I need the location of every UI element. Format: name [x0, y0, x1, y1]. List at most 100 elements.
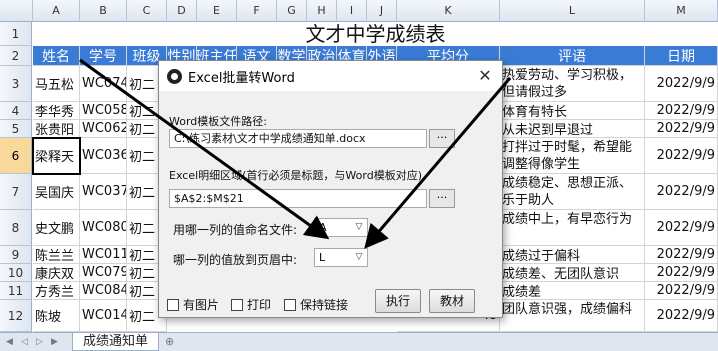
- sheet-title[interactable]: 文才中学成绩表: [33, 22, 718, 46]
- date-cell[interactable]: 2022/9/9: [645, 138, 718, 174]
- col-header-f[interactable]: F: [237, 0, 277, 22]
- row-header-5[interactable]: 5: [0, 120, 32, 138]
- close-icon[interactable]: ✕: [474, 65, 496, 87]
- row-header-2[interactable]: 2: [0, 46, 32, 66]
- col-header-m[interactable]: M: [645, 0, 718, 22]
- chevron-down-icon: ▽: [355, 252, 363, 262]
- id-cell[interactable]: WC074: [80, 66, 127, 102]
- id-cell[interactable]: WC062: [80, 120, 127, 138]
- col-header-j[interactable]: J: [367, 0, 397, 22]
- row-header-11[interactable]: 11: [0, 282, 32, 300]
- checkbox-box[interactable]: [167, 298, 179, 311]
- col-header-a[interactable]: A: [33, 0, 80, 22]
- comment-cell[interactable]: 体育有特长: [500, 102, 645, 120]
- name-cell[interactable]: 陈兰兰: [33, 246, 80, 264]
- row-header-4[interactable]: 4: [0, 102, 32, 120]
- sheet-tab-bar: ◀ ◁ ▷ ▶ 成绩通知单 ⊕: [0, 332, 718, 351]
- has-picture-checkbox[interactable]: 有图片: [167, 296, 219, 313]
- row-header-9[interactable]: 9: [0, 246, 32, 264]
- word-path-input[interactable]: C:\练习素材\文才中学成绩通知单.docx: [169, 129, 427, 148]
- comment-cell[interactable]: 团队意识强，成绩偏科: [500, 300, 645, 332]
- comment-cell[interactable]: 成绩稳定、思想正派、乐于助人: [500, 174, 645, 210]
- id-cell[interactable]: WC014: [80, 300, 127, 332]
- checkbox-box[interactable]: [231, 298, 243, 311]
- date-cell[interactable]: 2022/9/9: [645, 120, 718, 138]
- row-header-8[interactable]: 8: [0, 210, 32, 246]
- col-header-c[interactable]: C: [127, 0, 167, 22]
- date-cell[interactable]: 2022/9/9: [645, 300, 718, 332]
- new-sheet-icon[interactable]: ⊕: [165, 335, 181, 349]
- col-header-h[interactable]: H: [307, 0, 337, 22]
- dialog-title: Excel批量转Word: [188, 70, 295, 86]
- name-cell[interactable]: 陈坡: [33, 300, 80, 332]
- col-header-b[interactable]: B: [80, 0, 127, 22]
- col-header-g[interactable]: G: [277, 0, 307, 22]
- last-sheet-icon[interactable]: ▶: [49, 337, 60, 348]
- name-cell[interactable]: 李华秀: [33, 102, 80, 120]
- id-cell[interactable]: WC037: [80, 174, 127, 210]
- date-cell[interactable]: 2022/9/9: [645, 210, 718, 246]
- row-header-6[interactable]: 6: [0, 138, 32, 174]
- prev-sheet-icon[interactable]: ◁: [19, 337, 30, 348]
- comment-cell[interactable]: 成绩差、无团队意识: [500, 264, 645, 282]
- filename-col-select[interactable]: A ▽: [314, 218, 368, 237]
- print-checkbox[interactable]: 打印: [231, 296, 271, 313]
- comment-cell[interactable]: 成绩中上，有早恋行为: [500, 210, 645, 246]
- name-cell[interactable]: 康庆双: [33, 264, 80, 282]
- name-cell[interactable]: 史文鹏: [33, 210, 80, 246]
- row-header-12[interactable]: 12: [0, 300, 32, 332]
- name-cell[interactable]: 梁释天: [32, 137, 81, 175]
- name-cell[interactable]: 方秀兰: [33, 282, 80, 300]
- name-cell[interactable]: 马五松: [33, 66, 80, 102]
- word-path-label: Word模板文件路径:: [169, 115, 267, 128]
- col-header-l[interactable]: L: [500, 0, 645, 22]
- col-header-i[interactable]: I: [337, 0, 367, 22]
- id-cell[interactable]: WC080: [80, 210, 127, 246]
- browse-range-button[interactable]: ···: [429, 189, 455, 208]
- tutorial-button[interactable]: 教材: [429, 289, 475, 313]
- date-cell[interactable]: 2022/9/9: [645, 102, 718, 120]
- date-cell[interactable]: 2022/9/9: [645, 264, 718, 282]
- header-cell[interactable]: 姓名: [33, 46, 80, 66]
- app-icon: [167, 68, 182, 84]
- date-cell[interactable]: 2022/9/9: [645, 66, 718, 102]
- id-cell[interactable]: WC058: [80, 102, 127, 120]
- range-input[interactable]: $A$2:$M$21: [169, 189, 427, 208]
- header-col-select[interactable]: L ▽: [314, 248, 368, 267]
- row-header-1[interactable]: 1: [0, 22, 32, 46]
- first-sheet-icon[interactable]: ◀: [4, 337, 15, 348]
- col-header-e[interactable]: E: [197, 0, 237, 22]
- date-cell[interactable]: 2022/9/9: [645, 174, 718, 210]
- date-cell[interactable]: 2022/9/9: [645, 282, 718, 300]
- comment-cell[interactable]: 打拌过于时髦，希望能调整得像学生: [500, 138, 645, 174]
- id-cell[interactable]: WC011: [80, 246, 127, 264]
- header-cell[interactable]: 评语: [500, 46, 645, 66]
- comment-cell[interactable]: 从未迟到早退过: [500, 120, 645, 138]
- keep-link-checkbox[interactable]: 保持链接: [284, 296, 348, 313]
- browse-word-button[interactable]: ···: [429, 129, 455, 148]
- col-header-k[interactable]: K: [397, 0, 500, 22]
- sheet-tab[interactable]: 成绩通知单: [72, 333, 160, 351]
- keep-link-label: 保持链接: [300, 298, 349, 312]
- header-cell[interactable]: 日期: [645, 46, 718, 66]
- name-cell[interactable]: 张贵阳: [33, 120, 80, 138]
- col-header-d[interactable]: D: [167, 0, 197, 22]
- name-cell[interactable]: 吴国庆: [33, 174, 80, 210]
- row-header-7[interactable]: 7: [0, 174, 32, 210]
- date-cell[interactable]: 2022/9/9: [645, 246, 718, 264]
- id-cell[interactable]: WC079: [80, 264, 127, 282]
- next-sheet-icon[interactable]: ▷: [34, 337, 45, 348]
- run-button[interactable]: 执行: [375, 289, 421, 313]
- comment-cell[interactable]: 热爱劳动、学习积极，但请假过多: [500, 66, 645, 102]
- row-header-3[interactable]: 3: [0, 66, 32, 102]
- filename-col-label: 用哪一列的值命名文件:: [173, 223, 298, 237]
- header-cell[interactable]: 学号: [80, 46, 127, 66]
- select-all-corner[interactable]: [0, 0, 33, 22]
- checkbox-box[interactable]: [284, 298, 296, 311]
- comment-cell[interactable]: 成绩差: [500, 282, 645, 300]
- id-cell[interactable]: WC036: [80, 138, 127, 174]
- row-header-10[interactable]: 10: [0, 264, 32, 282]
- id-cell[interactable]: WC084: [80, 282, 127, 300]
- comment-cell[interactable]: 成绩过于偏科: [500, 246, 645, 264]
- dialog-title-bar[interactable]: Excel批量转Word ✕: [159, 61, 502, 91]
